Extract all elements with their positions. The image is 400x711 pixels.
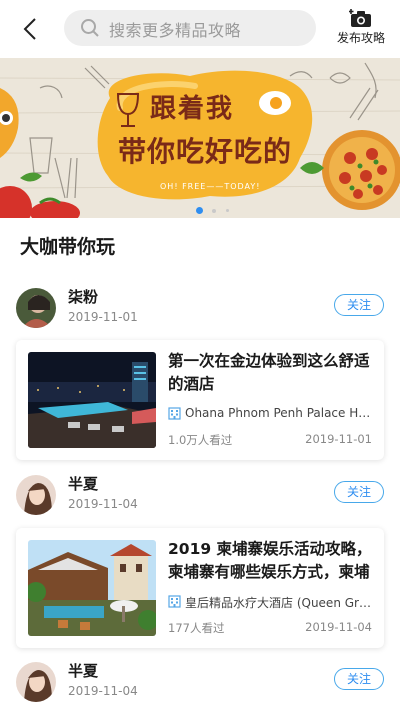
pagination-dot[interactable] [226, 209, 229, 212]
guide-title[interactable]: 2019 柬埔寨娱乐活动攻略，柬埔寨有哪些娱乐方式，柬埔寨 [168, 538, 374, 584]
search-placeholder: 搜索更多精品攻略 [109, 21, 242, 40]
guide-thumbnail [28, 540, 156, 636]
guide-card[interactable]: 第一次在金边体验到这么舒适的酒店 Ohana Phnom Penh Palace… [16, 340, 384, 460]
hotel-icon [168, 407, 181, 420]
hotel-link[interactable]: Ohana Phnom Penh Palace Hotel [168, 406, 374, 420]
promo-banner[interactable]: 跟着我 带你吃好吃的 OH! FREE——TODAY! [0, 58, 400, 218]
hotel-icon [168, 595, 181, 608]
guide-card[interactable]: 2019 柬埔寨娱乐活动攻略，柬埔寨有哪些娱乐方式，柬埔寨 皇后精品水疗大酒店 … [16, 528, 384, 648]
publish-guide-button[interactable]: 发布攻略 [331, 8, 391, 50]
pagination-dot[interactable] [212, 209, 216, 213]
view-count: 1.0万人看过 [168, 433, 233, 447]
author-row[interactable]: 柒粉 2019-11-01 关注 [16, 286, 384, 332]
banner-title-line2: 带你吃好吃的 [118, 135, 293, 168]
top-bar: 搜索更多精品攻略 发布攻略 [0, 0, 400, 58]
avatar[interactable] [16, 662, 56, 702]
search-bar[interactable]: 搜索更多精品攻略 [64, 10, 316, 46]
author-date: 2019-11-04 [68, 684, 138, 698]
hotel-name: 皇后精品水疗大酒店 (Queen Grand Boutique Hotel) [185, 596, 374, 610]
section-title: 大咖带你玩 [20, 236, 116, 258]
camera-add-icon [349, 9, 371, 27]
follow-button[interactable]: 关注 [334, 294, 384, 316]
guide-title[interactable]: 第一次在金边体验到这么舒适的酒店 [168, 350, 374, 396]
chevron-left-icon [23, 18, 36, 40]
follow-button[interactable]: 关注 [334, 668, 384, 690]
view-count: 177人看过 [168, 621, 225, 635]
author-name[interactable]: 半夏 [68, 473, 98, 494]
hotel-link[interactable]: 皇后精品水疗大酒店 (Queen Grand Boutique Hotel) [168, 594, 374, 611]
author-date: 2019-11-04 [68, 497, 138, 511]
hotel-name: Ohana Phnom Penh Palace Hotel [185, 406, 374, 420]
author-name[interactable]: 柒粉 [68, 286, 98, 307]
follow-button[interactable]: 关注 [334, 481, 384, 503]
avatar[interactable] [16, 288, 56, 328]
author-date: 2019-11-01 [68, 310, 138, 324]
author-name[interactable]: 半夏 [68, 660, 98, 681]
author-row[interactable]: 半夏 2019-11-04 关注 [16, 660, 384, 706]
banner-subtitle: OH! FREE——TODAY! [160, 182, 261, 191]
author-row[interactable]: 半夏 2019-11-04 关注 [16, 473, 384, 519]
publish-label: 发布攻略 [336, 31, 385, 45]
guide-thumbnail [28, 352, 156, 448]
guide-date: 2019-11-01 [305, 432, 372, 446]
back-button[interactable] [18, 14, 44, 44]
pagination-dot-active[interactable] [196, 207, 203, 214]
guide-date: 2019-11-04 [305, 620, 372, 634]
search-icon [81, 19, 99, 37]
banner-title-line1: 跟着我 [150, 94, 235, 124]
avatar[interactable] [16, 475, 56, 515]
